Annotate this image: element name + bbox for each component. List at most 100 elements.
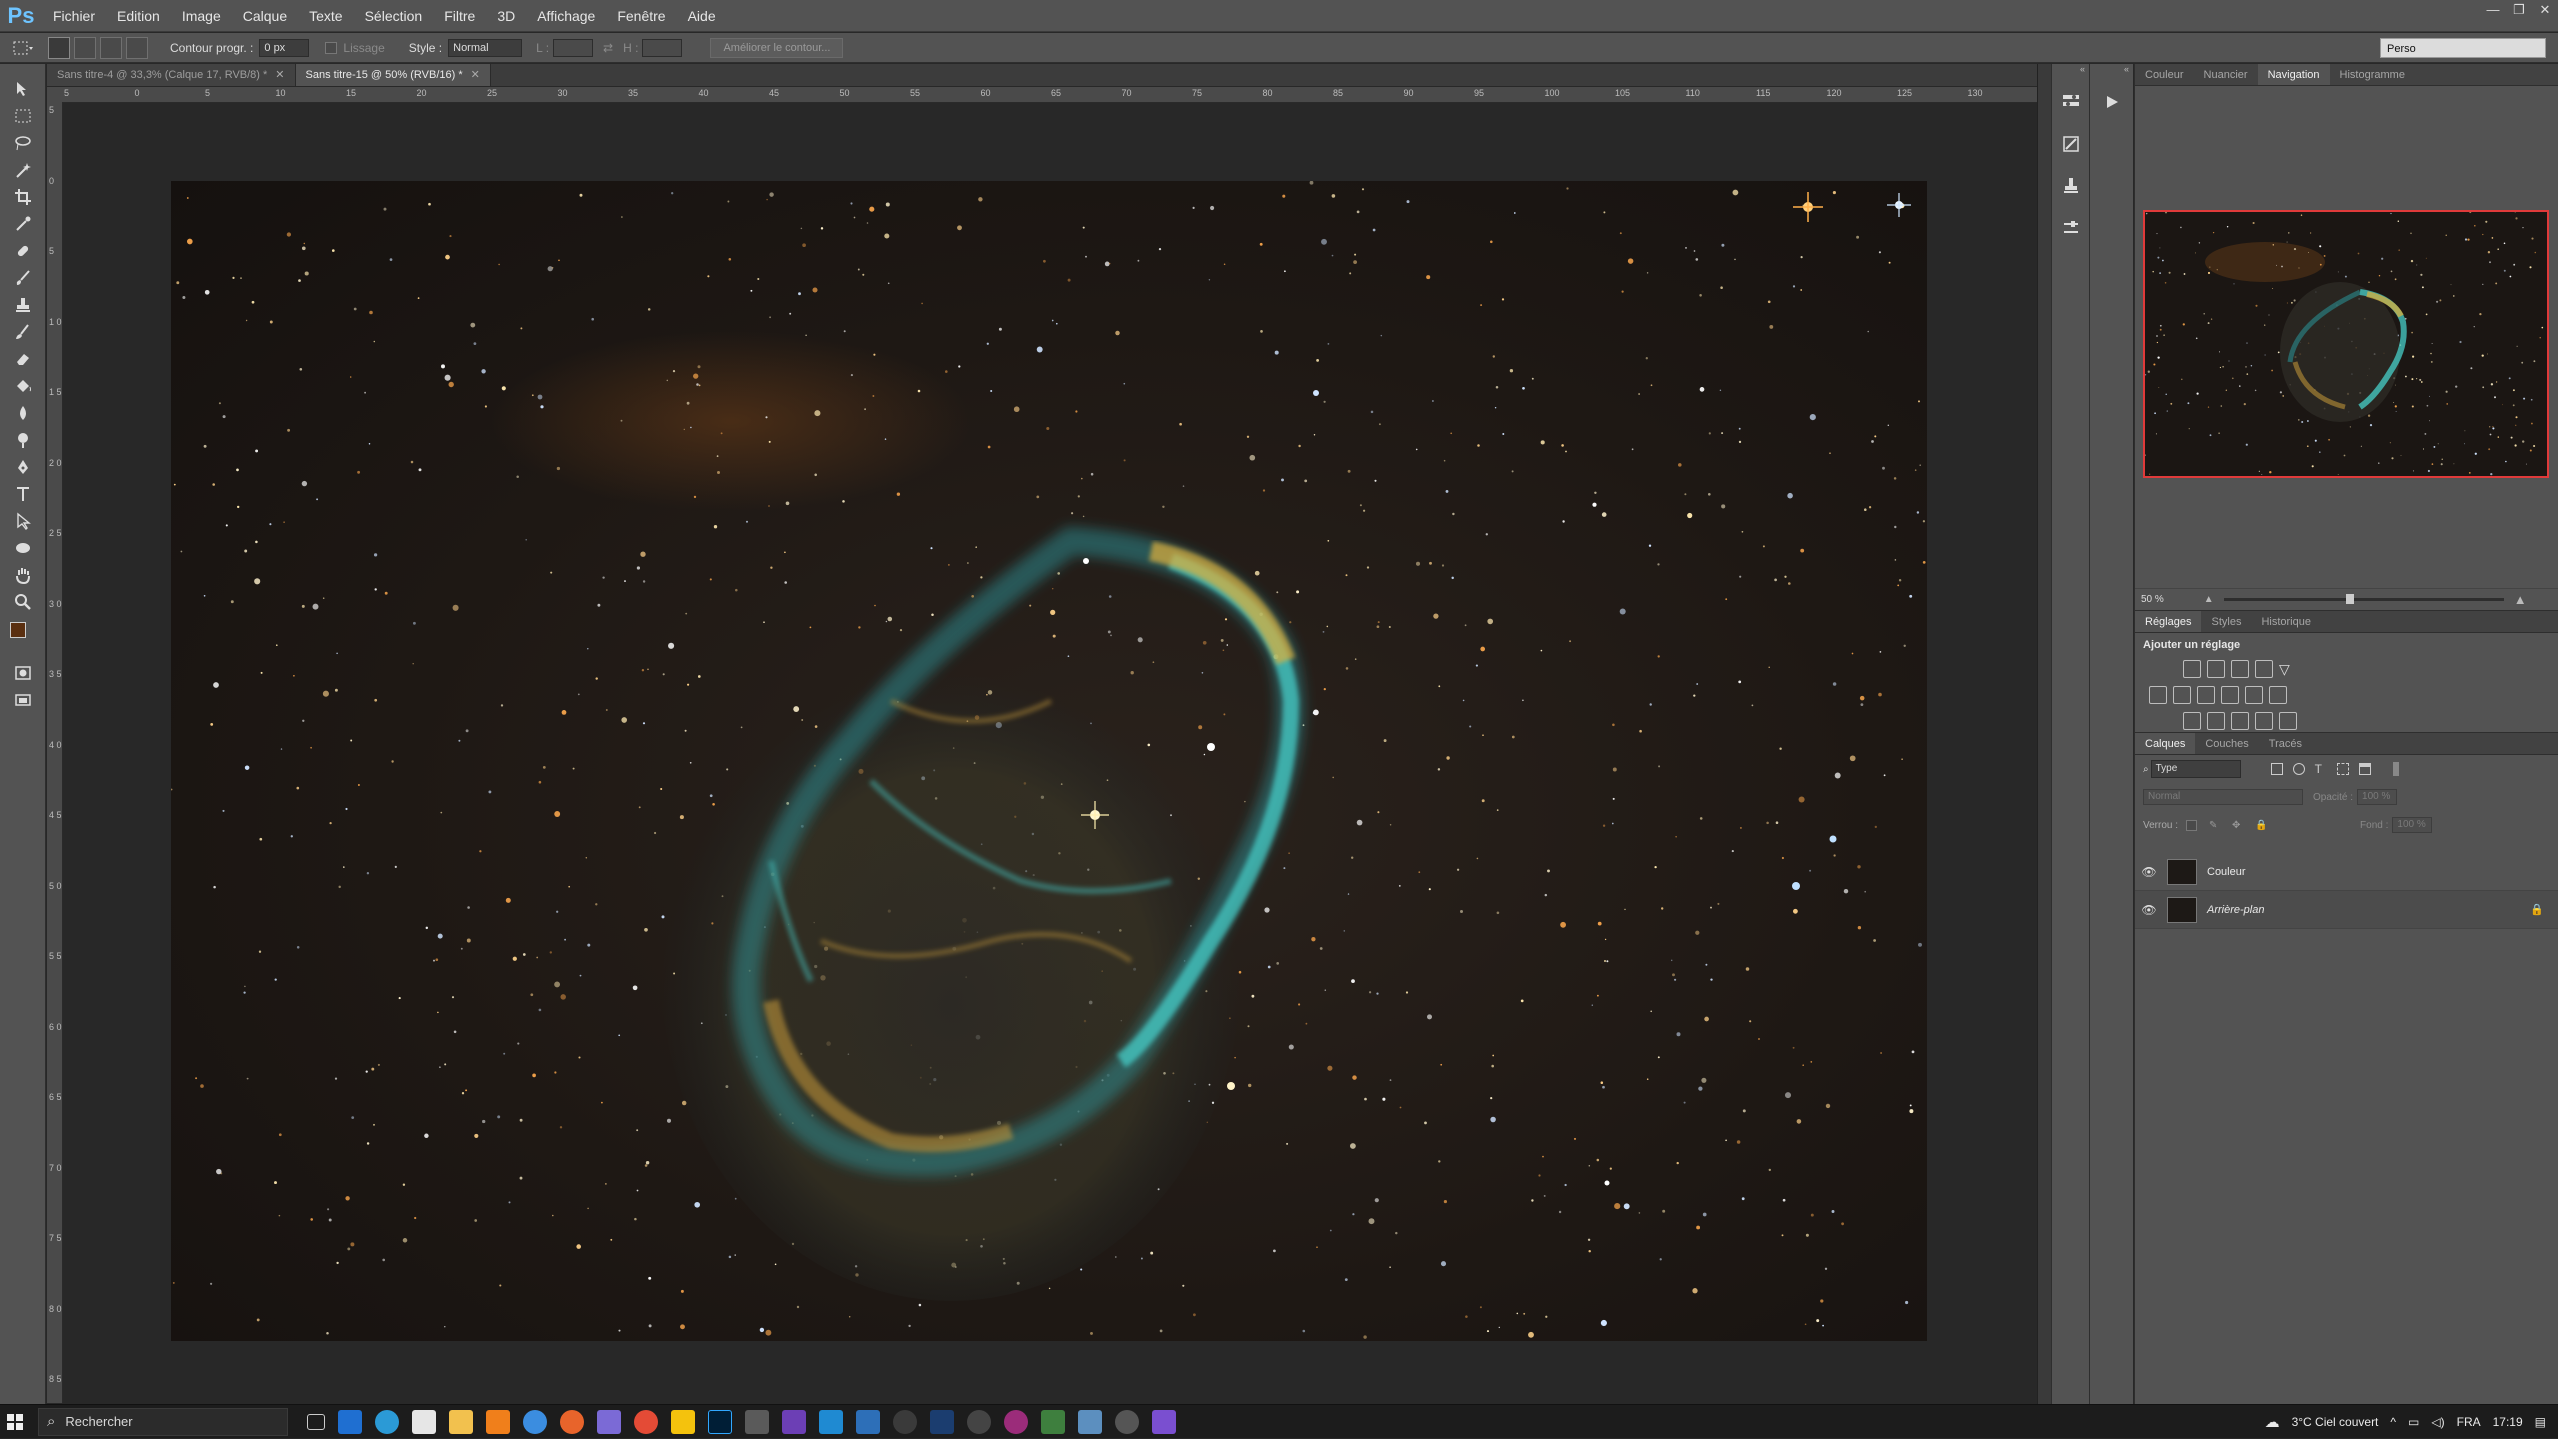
layer-filter-select[interactable]: Type [2150,760,2241,778]
brush-tool-icon[interactable] [8,266,38,290]
tab-document-1[interactable]: Sans titre-4 @ 33,3% (Calque 17, RVB/8) … [47,64,296,86]
actions-play-icon[interactable] [2098,88,2126,116]
levels-icon[interactable] [2207,660,2225,678]
tab-couleur[interactable]: Couleur [2135,64,2194,85]
menu-selection[interactable]: Sélection [354,0,434,32]
zoom-in-icon[interactable]: ▲ [2514,592,2527,607]
tab-couches[interactable]: Couches [2195,733,2258,754]
posterize-icon[interactable] [2207,712,2225,730]
lasso-tool-icon[interactable] [8,131,38,155]
workspace-select[interactable]: Perso [2380,38,2546,58]
stellarium-app-icon[interactable] [856,1409,880,1434]
language-indicator[interactable]: FRA [2457,1415,2481,1429]
vlc-app-icon[interactable] [486,1409,510,1434]
style-select[interactable]: Normal [448,38,523,57]
marquee-tool-icon[interactable] [8,104,38,128]
pixinsight-app-icon[interactable] [930,1409,954,1434]
move-tool-icon[interactable] [8,77,38,101]
invert-icon[interactable] [2183,712,2201,730]
channel-mixer-icon[interactable] [2245,686,2263,704]
opacity-input[interactable]: 100 % [2357,789,2398,805]
hand-tool-icon[interactable] [8,563,38,587]
horizontal-ruler[interactable]: 5 0 5 10 15 20 25 30 35 40 45 50 55 60 65 70 75 80 85 90 95 1… [62,87,2037,103]
eyedropper-tool-icon[interactable] [8,212,38,236]
vertical-ruler[interactable]: 5 0 5 1 0 1 5 2 0 2 5 3 0 3 5 4 0 4 5 5 0 5 5 6 0 6 5 7… [47,103,63,1403]
tab-document-2[interactable]: Sans titre-15 @ 50% (RVB/16) * ✕ [295,64,491,86]
paint-bucket-tool-icon[interactable] [8,374,38,398]
tab-traces[interactable]: Tracés [2259,733,2312,754]
notes-app-icon[interactable] [671,1409,695,1434]
clock[interactable]: 17:19 [2493,1415,2523,1429]
curves-icon[interactable] [2231,660,2249,678]
network-icon[interactable]: ▭ [2408,1415,2419,1429]
zoom-slider[interactable] [2223,594,2504,604]
refine-edge-button[interactable]: Améliorer le contour... [710,37,844,58]
tab-reglages[interactable]: Réglages [2135,611,2202,632]
menu-edition[interactable]: Edition [106,0,171,32]
blur-tool-icon[interactable] [8,401,38,425]
add-to-selection-icon[interactable] [74,36,96,59]
weather-cloud-icon[interactable]: ☁ [2265,1413,2280,1431]
color-balance-icon[interactable] [2173,686,2191,704]
navigator-thumbnail[interactable] [2143,210,2549,478]
chrome-app-icon[interactable] [634,1409,658,1434]
tab-styles[interactable]: Styles [2201,611,2251,632]
foreground-color-swatch[interactable] [10,622,26,638]
document-app-icon[interactable] [1078,1409,1102,1434]
windows-start-icon[interactable] [0,1413,30,1430]
visual-studio-icon[interactable] [782,1409,806,1434]
lock-all-icon[interactable]: 🔒 [2255,820,2267,831]
calendar-app-icon[interactable] [412,1409,436,1434]
selective-color-icon[interactable] [2255,712,2273,730]
tab-navigation[interactable]: Navigation [2257,64,2330,85]
layer-row[interactable]: 👁 Couleur [2135,853,2558,891]
color-lookup-icon[interactable] [2269,686,2287,704]
zoom-out-icon[interactable]: ▲ [2204,594,2214,605]
brush-presets-icon[interactable] [2057,130,2085,158]
zoom-tool-icon[interactable] [8,590,38,614]
path-selection-tool-icon[interactable] [8,509,38,533]
filter-smart-object-icon[interactable] [2358,763,2371,775]
edge-app-icon[interactable] [375,1409,399,1434]
zoom-level[interactable]: 50 % [2141,594,2164,605]
menu-affichage[interactable]: Affichage [526,0,606,32]
tool-presets-icon[interactable] [2057,214,2085,242]
canvas-area[interactable] [63,103,2037,1403]
taskbar-search-box[interactable]: ⌕ Rechercher [38,1407,288,1436]
antialias-checkbox[interactable] [325,41,338,54]
gradient-map-icon[interactable] [2279,712,2297,730]
menu-3d[interactable]: 3D [486,0,526,32]
media-player-icon[interactable] [1004,1409,1028,1434]
camera-app-icon[interactable] [967,1409,991,1434]
teams-app-icon[interactable] [597,1409,621,1434]
dodge-tool-icon[interactable] [8,428,38,452]
restore-button[interactable]: ❐ [2506,0,2532,20]
screen-mode-icon[interactable] [8,688,38,712]
tab-historique[interactable]: Historique [2251,611,2321,632]
intersect-selection-icon[interactable] [126,36,148,59]
menu-texte[interactable]: Texte [298,0,353,32]
width-input[interactable] [553,38,594,57]
brightness-contrast-icon[interactable] [2183,660,2201,678]
photoshop-app-icon[interactable] [708,1409,732,1434]
tab-histogramme[interactable]: Histogramme [2330,64,2415,85]
quick-mask-icon[interactable] [8,661,38,685]
blend-mode-select[interactable]: Normal [2143,789,2303,805]
menu-fenetre[interactable]: Fenêtre [606,0,676,32]
collapse-dock-icon[interactable]: « [2052,64,2089,78]
visibility-eye-icon[interactable]: 👁 [2135,865,2163,879]
pen-tool-icon[interactable] [8,455,38,479]
volume-icon[interactable]: ◁) [2431,1415,2444,1429]
magic-wand-tool-icon[interactable] [8,158,38,182]
height-input[interactable] [642,38,683,57]
tab-calques[interactable]: Calques [2135,733,2196,754]
vibrance-icon[interactable]: ▽ [2279,660,2297,678]
ellipse-tool-icon[interactable] [8,536,38,560]
tray-overflow-icon[interactable]: ^ [2390,1415,2396,1429]
fill-input[interactable]: 100 % [2392,817,2433,833]
marquee-tool-preset-icon[interactable] [0,39,46,57]
layer-name[interactable]: Couleur [2207,866,2246,878]
sheets-app-icon[interactable] [1041,1409,1065,1434]
black-white-icon[interactable] [2197,686,2215,704]
feather-input[interactable]: 0 px [259,38,310,57]
